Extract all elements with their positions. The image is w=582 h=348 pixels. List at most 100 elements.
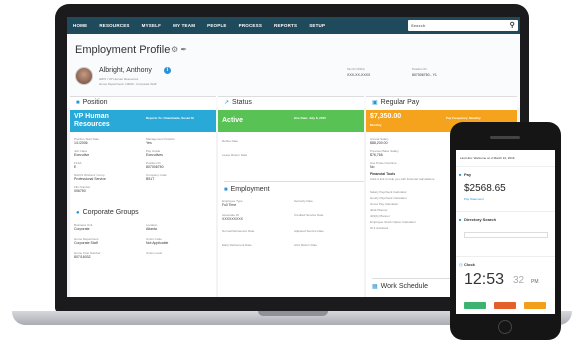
money-icon: ▣ xyxy=(372,100,378,106)
employee-name: Albright, Anthony xyxy=(99,67,152,74)
phone-welcome-text: Last Hire: Welcome on 2 March 10, 2019 xyxy=(460,156,515,160)
phone-ampm: PM xyxy=(531,279,539,285)
field-value: Full Time xyxy=(222,203,237,207)
field-value: 807/16032 xyxy=(74,255,91,259)
status-value: Active xyxy=(222,117,244,124)
field-label: Adjusted Service Date xyxy=(294,229,324,233)
info-icon[interactable]: i xyxy=(164,67,171,74)
nav-setup[interactable]: SETUP xyxy=(309,23,325,28)
avatar xyxy=(75,67,93,85)
nav-myself[interactable]: MYSELF xyxy=(142,23,161,28)
nav-people[interactable]: PEOPLE xyxy=(207,23,226,28)
field-label: Rehire Date xyxy=(222,139,239,143)
phone-pay-card[interactable]: ■ Pay $2568.65 Pay Statement xyxy=(456,166,555,211)
pay-period: Monthly xyxy=(370,123,382,127)
person-icon: ■ xyxy=(224,186,228,193)
field-value: 1/1/2006 xyxy=(74,141,88,145)
field-value: $76,766 xyxy=(370,153,383,157)
pay-icon: ■ xyxy=(459,172,462,177)
phone-pay-link[interactable]: Pay Statement xyxy=(464,197,484,201)
tool-link[interactable]: Salary Paycheck Calculator xyxy=(370,190,407,194)
field-label: Normal Retirement Date xyxy=(222,229,255,233)
position-header: ■ Position xyxy=(76,99,108,106)
field-label: Seniority Date xyxy=(294,199,313,203)
status-header-label: Status xyxy=(232,99,252,106)
phone-directory-label: Directory Search xyxy=(464,217,497,222)
work-schedule-label: Work Schedule xyxy=(380,283,429,290)
status-panel: ↗ Status Active Hire Date: July 8, 2015 R… xyxy=(218,96,364,297)
tax-id-label: Tax ID (SSN) xyxy=(347,67,365,71)
tools-intro: Click a link to help you with financial … xyxy=(370,177,436,181)
corporate-groups-header: ● Corporate Groups xyxy=(76,209,139,216)
field-value: $88,200.00 xyxy=(370,141,388,145)
person-icon: ■ xyxy=(76,99,80,106)
field-label: Union Local xyxy=(146,251,162,255)
page-title: Employment Profile xyxy=(75,44,171,56)
search-icon[interactable]: ⚲ xyxy=(510,21,515,29)
field-value: 807006750 xyxy=(146,165,164,169)
laptop-notch xyxy=(258,311,328,316)
field-value: XXXXXXXXX xyxy=(222,217,244,221)
tool-link[interactable]: 401k Planner xyxy=(370,208,388,212)
nav-resources[interactable]: RESOURCES xyxy=(99,23,129,28)
break-button[interactable] xyxy=(524,302,546,309)
tool-link[interactable]: W-4 Assistant xyxy=(370,226,388,230)
clock-icon: ◷ xyxy=(459,262,463,267)
phone-clock-label: Clock xyxy=(464,262,475,267)
field-value: No xyxy=(370,165,375,169)
employee-subtitle-1: HRIS / VP Human Resources xyxy=(99,77,139,81)
tool-link[interactable]: 403(b) Planner xyxy=(370,214,390,218)
corporate-groups-label: Corporate Groups xyxy=(82,209,139,216)
pay-frequency: Pay Frequency: Monthly xyxy=(446,116,481,120)
phone-search-input[interactable] xyxy=(464,232,548,238)
employee-subtitle-2: Home Department: 10000 - Corporate Staff xyxy=(99,82,157,86)
phone-directory-card[interactable]: ■ Directory Search xyxy=(456,211,555,256)
nav-my-team[interactable]: MY TEAM xyxy=(173,23,195,28)
field-label: Credited Service Date xyxy=(294,213,324,217)
field-value: 006750 xyxy=(74,189,86,193)
search-input[interactable]: Search ⚲ xyxy=(408,20,518,31)
position-title: VP Human Resources xyxy=(74,113,110,128)
tool-link[interactable]: Hourly Paycheck Calculator xyxy=(370,196,407,200)
phone-speaker xyxy=(490,136,520,139)
field-value: Corporate xyxy=(74,227,90,231)
financial-tools-header: Financial Tools xyxy=(370,172,396,176)
pay-amount: $7,350.00 xyxy=(370,113,402,120)
phone-pay-amount: $2568.65 xyxy=(464,183,506,194)
position-id-value: 807006750 - Y1 xyxy=(412,73,437,77)
field-value: Not Applicable xyxy=(146,241,169,245)
position-header-label: Position xyxy=(82,99,108,106)
chart-line-icon: ↗ xyxy=(224,100,230,106)
employment-header: ■ Employment xyxy=(224,181,364,193)
status-header: ↗ Status xyxy=(224,99,252,106)
field-value: Professional Service xyxy=(74,177,106,181)
top-nav: HOME RESOURCES MYSELF MY TEAM PEOPLE PRO… xyxy=(67,17,520,34)
status-band: Active Hire Date: July 8, 2015 xyxy=(218,110,364,132)
phone-time: 12:53 xyxy=(464,271,505,288)
phone-seconds: 32 xyxy=(513,275,525,286)
tool-link[interactable]: Gross Pay Calculator xyxy=(370,202,398,206)
field-value: Atlanta xyxy=(146,227,157,231)
reports-to: Reports To: Chaminade, Susan M xyxy=(146,116,194,120)
phone-screen: Last Hire: Welcome on 2 March 10, 2019 ■… xyxy=(456,150,555,314)
nav-home[interactable]: HOME xyxy=(73,23,87,28)
directory-icon: ■ xyxy=(459,217,462,222)
field-value: Yes xyxy=(146,141,152,145)
position-id-label: Position ID xyxy=(412,67,427,71)
group-icon: ● xyxy=(76,209,80,216)
phone-pay-label: Pay xyxy=(464,172,472,177)
phone-home-button[interactable] xyxy=(498,320,512,334)
field-value: Executive xyxy=(74,153,90,157)
nav-reports[interactable]: REPORTS xyxy=(274,23,297,28)
field-label: Leave Return Date xyxy=(222,153,248,157)
field-value: E xyxy=(74,165,77,169)
tool-link[interactable]: Employee Stock Option Calculator xyxy=(370,220,416,224)
pay-header-label: Regular Pay xyxy=(380,99,420,106)
settings-edit-icons[interactable]: ⚙ ✒ xyxy=(171,45,187,54)
clock-in-button[interactable] xyxy=(464,302,486,309)
clock-out-button[interactable] xyxy=(494,302,516,309)
field-label: ACA Return Date xyxy=(294,243,318,247)
pay-header: ▣ Regular Pay xyxy=(372,99,419,106)
position-panel: ■ Position VP Human Resources Reports To:… xyxy=(70,96,216,297)
nav-process[interactable]: PROCESS xyxy=(239,23,262,28)
